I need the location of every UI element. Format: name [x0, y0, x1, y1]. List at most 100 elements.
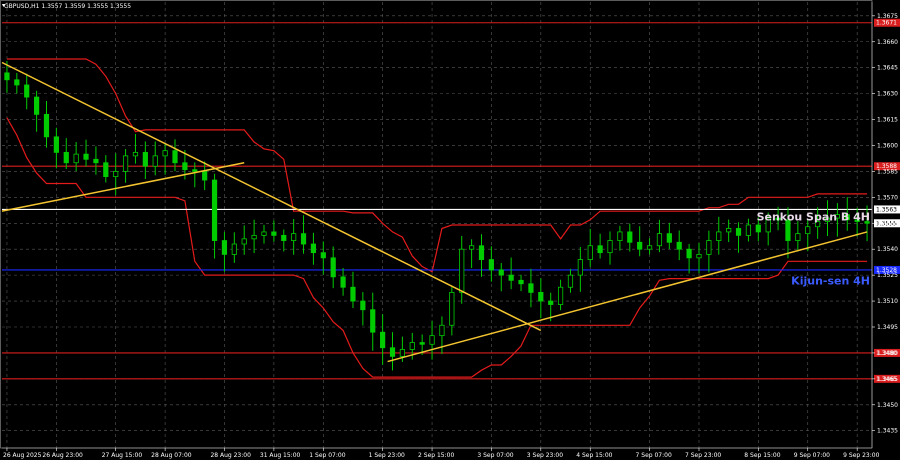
candle-body: [607, 240, 613, 254]
candle-body: [380, 331, 386, 349]
level-tag-text-1.3671: 1.3671: [876, 20, 897, 27]
candle-body: [310, 243, 317, 254]
candle-body: [627, 231, 633, 243]
chart-canvas[interactable]: 1.36711.35881.35631.35281.34801.34651.35…: [0, 0, 900, 460]
candle-body: [320, 252, 326, 259]
candle-body: [409, 342, 415, 350]
y-tick-label: 1.3585: [877, 168, 898, 175]
price-chart[interactable]: 1.3671 1.3588 1.3563 1.3528 1.3480 1.3465 1.35…: [0, 0, 900, 460]
y-tick-label: 1.3630: [877, 91, 898, 98]
candle-body: [745, 224, 752, 236]
chart-title: GBPUSD,H1 1.3557 1.3559 1.3555 1.3555: [4, 3, 131, 10]
y-tick-label: 1.3570: [877, 194, 898, 201]
y-tick-label: 1.3495: [877, 324, 898, 331]
x-tick-label: 26 Aug 23:00: [42, 452, 83, 459]
candle-body: [350, 286, 356, 302]
dropdown-icon[interactable]: ▾: [2, 2, 5, 9]
candle-body: [429, 335, 435, 345]
candle-body: [300, 233, 307, 245]
candle-body: [676, 241, 682, 250]
candle-body: [162, 150, 168, 157]
candle-body: [755, 224, 761, 233]
y-tick-label: 1.3450: [877, 402, 898, 409]
candle-body: [646, 245, 653, 250]
candle-body: [538, 292, 544, 302]
candle-body: [399, 349, 405, 357]
x-tick-label: 4 Sep 15:00: [576, 452, 612, 459]
candle-body: [172, 150, 178, 164]
candle-body: [469, 245, 475, 250]
candle-body: [370, 309, 376, 333]
candle-body: [439, 324, 445, 337]
annotation-senkou: Senkou Span B 4H: [757, 210, 870, 223]
x-tick-label: 3 Sep 23:00: [527, 452, 563, 459]
chart-background: [0, 0, 900, 460]
candle-body: [389, 347, 396, 357]
candle-body: [281, 234, 287, 241]
candle-body: [360, 300, 366, 311]
candle-body: [340, 276, 346, 288]
candle-body: [617, 231, 623, 241]
x-tick-label: 2 Sep 15:00: [418, 452, 454, 459]
candle-body: [567, 274, 574, 288]
y-tick-label: 1.3600: [877, 142, 898, 149]
x-tick-label: 9 Sep 23:00: [843, 452, 879, 459]
candle-body: [261, 231, 267, 236]
candle-body: [73, 153, 79, 164]
candle-body: [548, 300, 554, 305]
y-tick-label: 1.3615: [877, 117, 898, 124]
candle-body: [597, 245, 603, 254]
candle-body: [795, 233, 801, 241]
x-tick-label: 1 Sep 23:00: [369, 452, 405, 459]
y-tick-label: 1.3435: [877, 428, 898, 435]
y-tick-label: 1.3645: [877, 65, 898, 72]
candle-body: [152, 155, 158, 167]
y-tick-label: 1.3675: [877, 13, 898, 20]
x-tick-label: 1 Sep 07:00: [309, 452, 345, 459]
candle-body: [805, 226, 811, 235]
candle-body: [666, 233, 672, 243]
x-tick-label: 3 Sep 07:00: [477, 452, 513, 459]
y-tick-label: 1.3525: [877, 272, 898, 279]
candle-body: [498, 269, 504, 276]
y-tick-label: 1.3660: [877, 39, 898, 46]
candle-body: [93, 158, 99, 164]
candle-body: [251, 234, 257, 240]
candle-body: [706, 240, 712, 255]
candle-body: [202, 171, 208, 181]
candle-body: [83, 153, 89, 160]
candle-body: [122, 155, 129, 172]
candle-body: [419, 342, 425, 345]
candle-body: [231, 243, 237, 255]
candle-body: [142, 151, 148, 167]
candle-body: [478, 245, 485, 260]
x-tick-label: 28 Aug 07:00: [151, 452, 192, 459]
candle-body: [53, 136, 59, 153]
y-tick-label: 1.3555: [877, 220, 898, 227]
x-tick-label: 26 Aug 2025: [3, 452, 42, 459]
candle-body: [113, 171, 119, 177]
candle-body: [656, 233, 663, 247]
candle-body: [577, 259, 583, 276]
candle-body: [182, 162, 188, 171]
y-tick-label: 1.3465: [877, 376, 898, 383]
candle-body: [686, 248, 692, 259]
x-tick-label: 31 Aug 15:00: [260, 452, 301, 459]
candle-body: [271, 231, 277, 236]
candle-body: [241, 238, 247, 245]
candle-body: [221, 240, 228, 255]
candle-body: [24, 84, 30, 98]
x-tick-label: 7 Sep 23:00: [685, 452, 721, 459]
x-tick-label: 7 Sep 07:00: [636, 452, 672, 459]
candle-body: [103, 162, 109, 177]
candle-body: [726, 228, 732, 233]
x-tick-label: 27 Aug 15:00: [102, 452, 143, 459]
candle-body: [291, 233, 297, 241]
y-tick-label: 1.3540: [877, 246, 898, 253]
annotation-kijun: Kijun-sen 4H: [791, 274, 870, 287]
level-tag-text-senkou-span-b: 1.3563: [876, 206, 897, 213]
candle-body: [528, 283, 534, 293]
candle-body: [63, 151, 69, 164]
x-tick-label: 28 Aug 23:00: [210, 452, 251, 459]
candle-body: [696, 253, 702, 259]
